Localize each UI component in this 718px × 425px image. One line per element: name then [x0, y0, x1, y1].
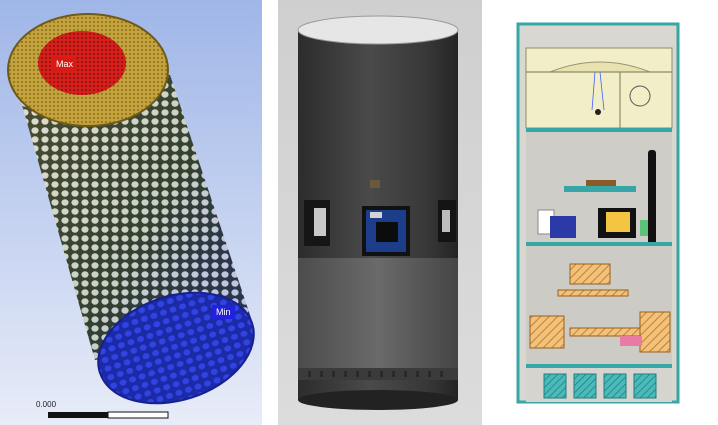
base-foot-4 [633, 373, 657, 399]
base-foot-2 [573, 373, 597, 399]
pink-component [620, 336, 642, 346]
cylinder-render-panel [278, 0, 482, 425]
enclosure-base [298, 390, 458, 410]
scale-label: 0.000 [36, 400, 57, 409]
min-label: Min [212, 305, 235, 319]
middle-shelf [564, 186, 636, 192]
hatched-part-3 [529, 315, 565, 349]
fea-cylinder-render [0, 0, 262, 425]
enclosure-3d-render [278, 0, 482, 425]
hatched-part-2 [557, 289, 629, 297]
cross-section-drawing [500, 0, 718, 425]
enclosure-top-lid [297, 15, 459, 45]
blue-module [550, 216, 576, 238]
scale-bar-segment [107, 411, 169, 419]
display-screen [606, 212, 630, 232]
hatched-part-1 [569, 263, 611, 285]
cross-section-panel [500, 0, 718, 425]
window-component-left [314, 208, 326, 236]
window-component-right [442, 210, 450, 232]
shelf-component [586, 180, 616, 186]
top-divider [526, 128, 672, 132]
pcb-chip [376, 222, 398, 242]
pcb-connector [370, 212, 382, 218]
base-foot-1 [543, 373, 567, 399]
middle-divider [526, 242, 672, 246]
base-foot-3 [603, 373, 627, 399]
max-label: Max [52, 57, 78, 71]
hatched-part-4 [569, 327, 643, 337]
top-compartment [525, 47, 673, 129]
scale-bar [48, 412, 108, 418]
enclosure-lower-band [298, 258, 458, 378]
sensor-port [370, 180, 380, 188]
fea-simulation-panel: Max Min 0.000 [0, 0, 262, 425]
hatched-part-5 [639, 311, 671, 353]
pendulum-weight [595, 109, 601, 115]
bottom-divider [526, 364, 672, 368]
